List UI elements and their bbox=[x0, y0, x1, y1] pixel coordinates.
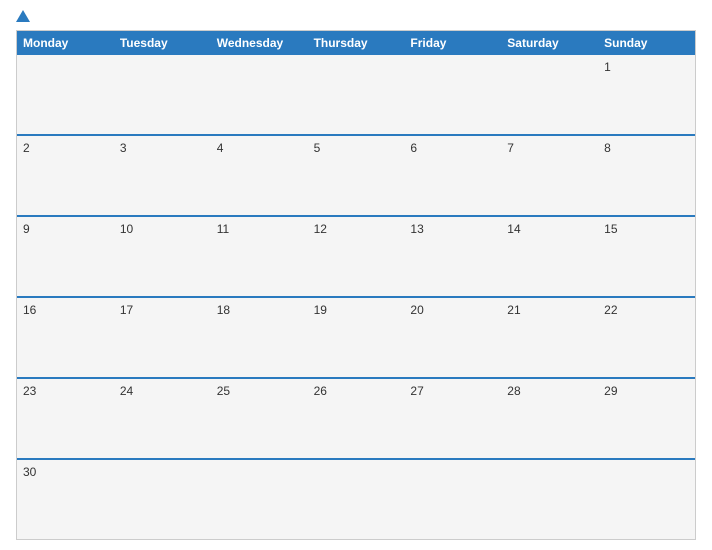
calendar-header-row: MondayTuesdayWednesdayThursdayFridaySatu… bbox=[17, 31, 695, 55]
calendar-day: 22 bbox=[598, 298, 695, 377]
calendar-day-empty bbox=[17, 55, 114, 134]
calendar-day: 9 bbox=[17, 217, 114, 296]
logo bbox=[16, 10, 34, 22]
day-number: 20 bbox=[410, 303, 495, 317]
calendar-day: 7 bbox=[501, 136, 598, 215]
day-number: 30 bbox=[23, 465, 108, 479]
calendar-day-empty bbox=[501, 460, 598, 539]
calendar-day-empty bbox=[308, 460, 405, 539]
calendar-day: 6 bbox=[404, 136, 501, 215]
calendar-day: 27 bbox=[404, 379, 501, 458]
calendar-header-cell: Thursday bbox=[308, 31, 405, 55]
calendar-day: 20 bbox=[404, 298, 501, 377]
calendar-week: 30 bbox=[17, 458, 695, 539]
calendar-day: 16 bbox=[17, 298, 114, 377]
calendar-day: 15 bbox=[598, 217, 695, 296]
calendar-day: 25 bbox=[211, 379, 308, 458]
calendar-day: 26 bbox=[308, 379, 405, 458]
day-number: 6 bbox=[410, 141, 495, 155]
logo-triangle-icon bbox=[16, 10, 30, 22]
day-number: 25 bbox=[217, 384, 302, 398]
day-number: 21 bbox=[507, 303, 592, 317]
day-number: 4 bbox=[217, 141, 302, 155]
day-number: 7 bbox=[507, 141, 592, 155]
calendar-day: 29 bbox=[598, 379, 695, 458]
day-number: 3 bbox=[120, 141, 205, 155]
day-number: 27 bbox=[410, 384, 495, 398]
calendar-body: 1234567891011121314151617181920212223242… bbox=[17, 55, 695, 539]
calendar-day: 21 bbox=[501, 298, 598, 377]
day-number: 18 bbox=[217, 303, 302, 317]
calendar-day-empty bbox=[404, 460, 501, 539]
calendar-day: 19 bbox=[308, 298, 405, 377]
calendar-day: 13 bbox=[404, 217, 501, 296]
calendar-day: 5 bbox=[308, 136, 405, 215]
day-number: 17 bbox=[120, 303, 205, 317]
calendar-week: 23 24 25 26 27 28 29 bbox=[17, 377, 695, 458]
calendar-header-cell: Tuesday bbox=[114, 31, 211, 55]
calendar-header-cell: Friday bbox=[404, 31, 501, 55]
calendar-header-cell: Wednesday bbox=[211, 31, 308, 55]
calendar-week: 1 bbox=[17, 55, 695, 134]
day-number: 2 bbox=[23, 141, 108, 155]
day-number: 11 bbox=[217, 222, 302, 236]
calendar-day-empty bbox=[211, 460, 308, 539]
calendar-week: 16 17 18 19 20 21 22 bbox=[17, 296, 695, 377]
calendar-day: 8 bbox=[598, 136, 695, 215]
day-number: 24 bbox=[120, 384, 205, 398]
logo-blue-row bbox=[16, 10, 34, 22]
day-number: 22 bbox=[604, 303, 689, 317]
calendar-day: 18 bbox=[211, 298, 308, 377]
calendar-day: 14 bbox=[501, 217, 598, 296]
day-number: 12 bbox=[314, 222, 399, 236]
calendar-day: 10 bbox=[114, 217, 211, 296]
day-number: 1 bbox=[604, 60, 689, 74]
calendar-day: 30 bbox=[17, 460, 114, 539]
day-number: 15 bbox=[604, 222, 689, 236]
calendar-day: 4 bbox=[211, 136, 308, 215]
calendar-header-cell: Sunday bbox=[598, 31, 695, 55]
day-number: 9 bbox=[23, 222, 108, 236]
calendar-day: 17 bbox=[114, 298, 211, 377]
day-number: 23 bbox=[23, 384, 108, 398]
calendar-header-cell: Monday bbox=[17, 31, 114, 55]
day-number: 14 bbox=[507, 222, 592, 236]
calendar-day-empty bbox=[308, 55, 405, 134]
calendar-day: 3 bbox=[114, 136, 211, 215]
day-number: 29 bbox=[604, 384, 689, 398]
calendar-day: 1 bbox=[598, 55, 695, 134]
calendar-day: 24 bbox=[114, 379, 211, 458]
calendar-week: 2345678 bbox=[17, 134, 695, 215]
day-number: 16 bbox=[23, 303, 108, 317]
calendar-day-empty bbox=[501, 55, 598, 134]
page: MondayTuesdayWednesdayThursdayFridaySatu… bbox=[0, 0, 712, 550]
calendar-day: 23 bbox=[17, 379, 114, 458]
day-number: 5 bbox=[314, 141, 399, 155]
day-number: 19 bbox=[314, 303, 399, 317]
header bbox=[16, 10, 696, 22]
calendar-day-empty bbox=[114, 55, 211, 134]
day-number: 26 bbox=[314, 384, 399, 398]
calendar-day: 12 bbox=[308, 217, 405, 296]
day-number: 13 bbox=[410, 222, 495, 236]
calendar-header-cell: Saturday bbox=[501, 31, 598, 55]
calendar-day-empty bbox=[598, 460, 695, 539]
calendar-day-empty bbox=[114, 460, 211, 539]
day-number: 8 bbox=[604, 141, 689, 155]
calendar-day-empty bbox=[211, 55, 308, 134]
calendar-day: 2 bbox=[17, 136, 114, 215]
calendar-week: 9 10 11 12 13 14 15 bbox=[17, 215, 695, 296]
calendar-day: 28 bbox=[501, 379, 598, 458]
calendar-day-empty bbox=[404, 55, 501, 134]
calendar: MondayTuesdayWednesdayThursdayFridaySatu… bbox=[16, 30, 696, 540]
day-number: 28 bbox=[507, 384, 592, 398]
calendar-day: 11 bbox=[211, 217, 308, 296]
day-number: 10 bbox=[120, 222, 205, 236]
